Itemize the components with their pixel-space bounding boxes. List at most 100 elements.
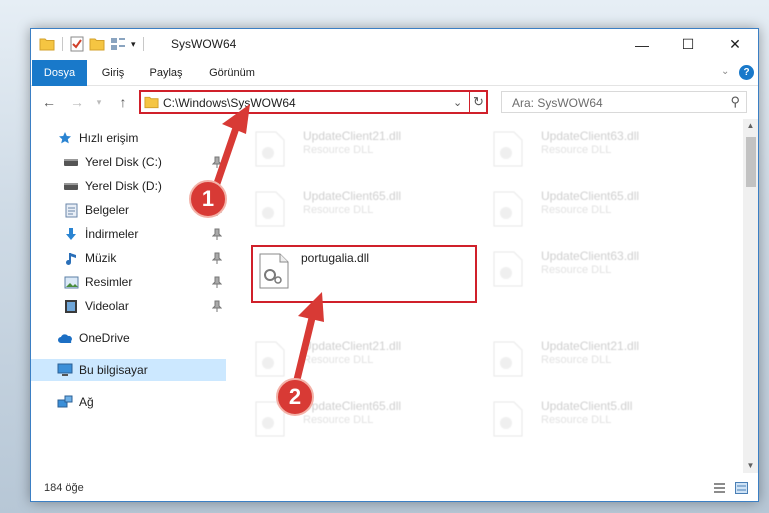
dll-file-icon — [493, 131, 523, 167]
chevron-down-icon: ▾ — [96, 96, 102, 107]
refresh-icon[interactable]: ↻ — [473, 94, 484, 110]
nav-item-label: Ağ — [79, 395, 94, 409]
pin-icon[interactable] — [212, 276, 222, 288]
file-tile-portugalia[interactable]: portugalia.dll — [251, 245, 477, 303]
nav-item-this-pc[interactable]: Bu bilgisayar — [31, 359, 226, 381]
ribbon: Dosya Giriş Paylaş Görünüm ⌄ ? — [31, 60, 758, 86]
nav-item-pictures[interactable]: Resimler — [31, 271, 226, 293]
file-tile[interactable]: UpdateClient63.dll Resource DLL — [469, 241, 695, 299]
file-name: UpdateClient21.dll — [303, 129, 402, 143]
drive-icon — [63, 154, 79, 170]
file-type: Resource DLL — [303, 354, 374, 366]
ribbon-expand-icon[interactable]: ⌄ — [721, 66, 729, 77]
nav-item-label: Resimler — [85, 275, 133, 289]
nav-item-downloads[interactable]: İndirmeler — [31, 223, 226, 245]
arrow-right-icon: → — [70, 94, 84, 110]
network-icon — [57, 394, 73, 410]
file-tile[interactable]: UpdateClient21.dll Resource DLL — [231, 121, 457, 179]
file-type: Resource DLL — [541, 264, 612, 276]
cloud-icon — [57, 330, 73, 346]
documents-icon — [63, 202, 79, 218]
file-type: Resource DLL — [541, 414, 612, 426]
file-type: Resource DLL — [303, 414, 374, 426]
file-tile[interactable]: UpdateClient65.dll Resource DLL — [231, 181, 457, 239]
address-path: C:\Windows\SysWOW64 — [163, 96, 296, 110]
nav-item-label: Bu bilgisayar — [79, 363, 148, 377]
file-type: Resource DLL — [541, 204, 612, 216]
computer-icon — [57, 362, 73, 378]
file-type: Resource DLL — [541, 354, 612, 366]
back-button[interactable]: ← — [39, 92, 59, 112]
dll-file-icon — [255, 191, 285, 227]
download-icon — [63, 226, 79, 242]
details-view-icon[interactable] — [713, 482, 726, 494]
scroll-down-icon[interactable]: ▼ — [743, 459, 758, 473]
properties-icon[interactable] — [70, 36, 84, 52]
forward-button[interactable]: → — [67, 92, 87, 112]
up-button[interactable]: ↑ — [113, 92, 133, 112]
nav-item-music[interactable]: Müzik — [31, 247, 226, 269]
dll-file-icon — [255, 341, 285, 377]
file-tile[interactable]: UpdateClient21.dll Resource DLL — [231, 331, 457, 389]
close-button[interactable]: ✕ — [712, 29, 758, 60]
address-dropdown-icon[interactable]: ⌄ — [453, 96, 462, 109]
nav-item-label: Videolar — [85, 299, 129, 313]
pin-icon[interactable] — [212, 228, 222, 240]
tab-home[interactable]: Giriş — [91, 60, 135, 86]
tab-view[interactable]: Görünüm — [201, 60, 263, 86]
search-box[interactable]: Ara: SysWOW64 ⚲ — [501, 91, 747, 113]
file-tile[interactable]: UpdateClient21.dll Resource DLL — [469, 331, 695, 389]
nav-item-quick-access[interactable]: Hızlı erişim — [31, 127, 226, 149]
folder-icon[interactable] — [39, 37, 55, 51]
view-options-icon[interactable] — [110, 37, 126, 51]
nav-item-onedrive[interactable]: OneDrive — [31, 327, 226, 349]
tab-file[interactable]: Dosya — [32, 60, 87, 86]
maximize-button[interactable]: ☐ — [665, 29, 711, 60]
dll-file-icon — [259, 253, 289, 289]
pictures-icon — [63, 274, 79, 290]
pin-icon[interactable] — [212, 156, 222, 168]
file-tile[interactable]: UpdateClient65.dll Resource DLL — [469, 181, 695, 239]
address-row: ← → ▾ ↑ C:\Windows\SysWOW64 ⌄ ↻ Ara: Sys… — [31, 86, 758, 119]
nav-item-label: Yerel Disk (C:) — [85, 155, 162, 169]
dll-file-icon — [255, 131, 285, 167]
file-tile[interactable]: UpdateClient63.dll Resource DLL — [469, 121, 695, 179]
toolbar-dropdown-icon[interactable]: ▾ — [131, 39, 136, 50]
new-folder-icon[interactable] — [89, 37, 105, 51]
file-name: UpdateClient21.dll — [541, 339, 640, 353]
recent-locations-button[interactable]: ▾ — [89, 92, 109, 112]
dll-file-icon — [493, 401, 523, 437]
toolbar-divider — [142, 37, 144, 51]
nav-item-label: OneDrive — [79, 331, 130, 345]
help-icon[interactable]: ? — [739, 65, 754, 80]
address-bar[interactable]: C:\Windows\SysWOW64 ⌄ ↻ — [139, 90, 488, 114]
scroll-thumb[interactable] — [746, 137, 756, 187]
dll-file-icon — [493, 251, 523, 287]
item-count: 184 öğe — [44, 482, 84, 494]
nav-item-label: Müzik — [85, 251, 117, 265]
music-icon — [63, 250, 79, 266]
nav-item-videos[interactable]: Videolar — [31, 295, 226, 317]
nav-item-local-disk-c[interactable]: Yerel Disk (C:) — [31, 151, 226, 173]
file-type: Resource DLL — [303, 204, 374, 216]
toolbar-divider — [62, 37, 63, 51]
pin-icon[interactable] — [212, 300, 222, 312]
scroll-up-icon[interactable]: ▲ — [743, 119, 758, 133]
folder-icon — [144, 96, 159, 109]
callout-number-1: 1 — [189, 180, 227, 218]
drive-icon — [63, 178, 79, 194]
large-icons-view-icon[interactable] — [735, 482, 748, 494]
file-name: UpdateClient21.dll — [303, 339, 402, 353]
file-name: UpdateClient5.dll — [541, 399, 633, 413]
nav-item-network[interactable]: Ağ — [31, 391, 226, 413]
vertical-scrollbar[interactable]: ▲ ▼ — [743, 119, 758, 473]
file-type: Resource DLL — [303, 144, 374, 156]
file-tile[interactable]: UpdateClient65.dll Resource DLL — [231, 391, 457, 449]
explorer-window: ▾ SysWOW64 — ☐ ✕ Dosya Giriş Paylaş Görü… — [30, 28, 759, 502]
pin-icon[interactable] — [212, 252, 222, 264]
tab-share[interactable]: Paylaş — [141, 60, 191, 86]
file-type: Resource DLL — [541, 144, 612, 156]
minimize-button[interactable]: — — [619, 29, 665, 60]
video-icon — [63, 298, 79, 314]
file-tile[interactable]: UpdateClient5.dll Resource DLL — [469, 391, 695, 449]
